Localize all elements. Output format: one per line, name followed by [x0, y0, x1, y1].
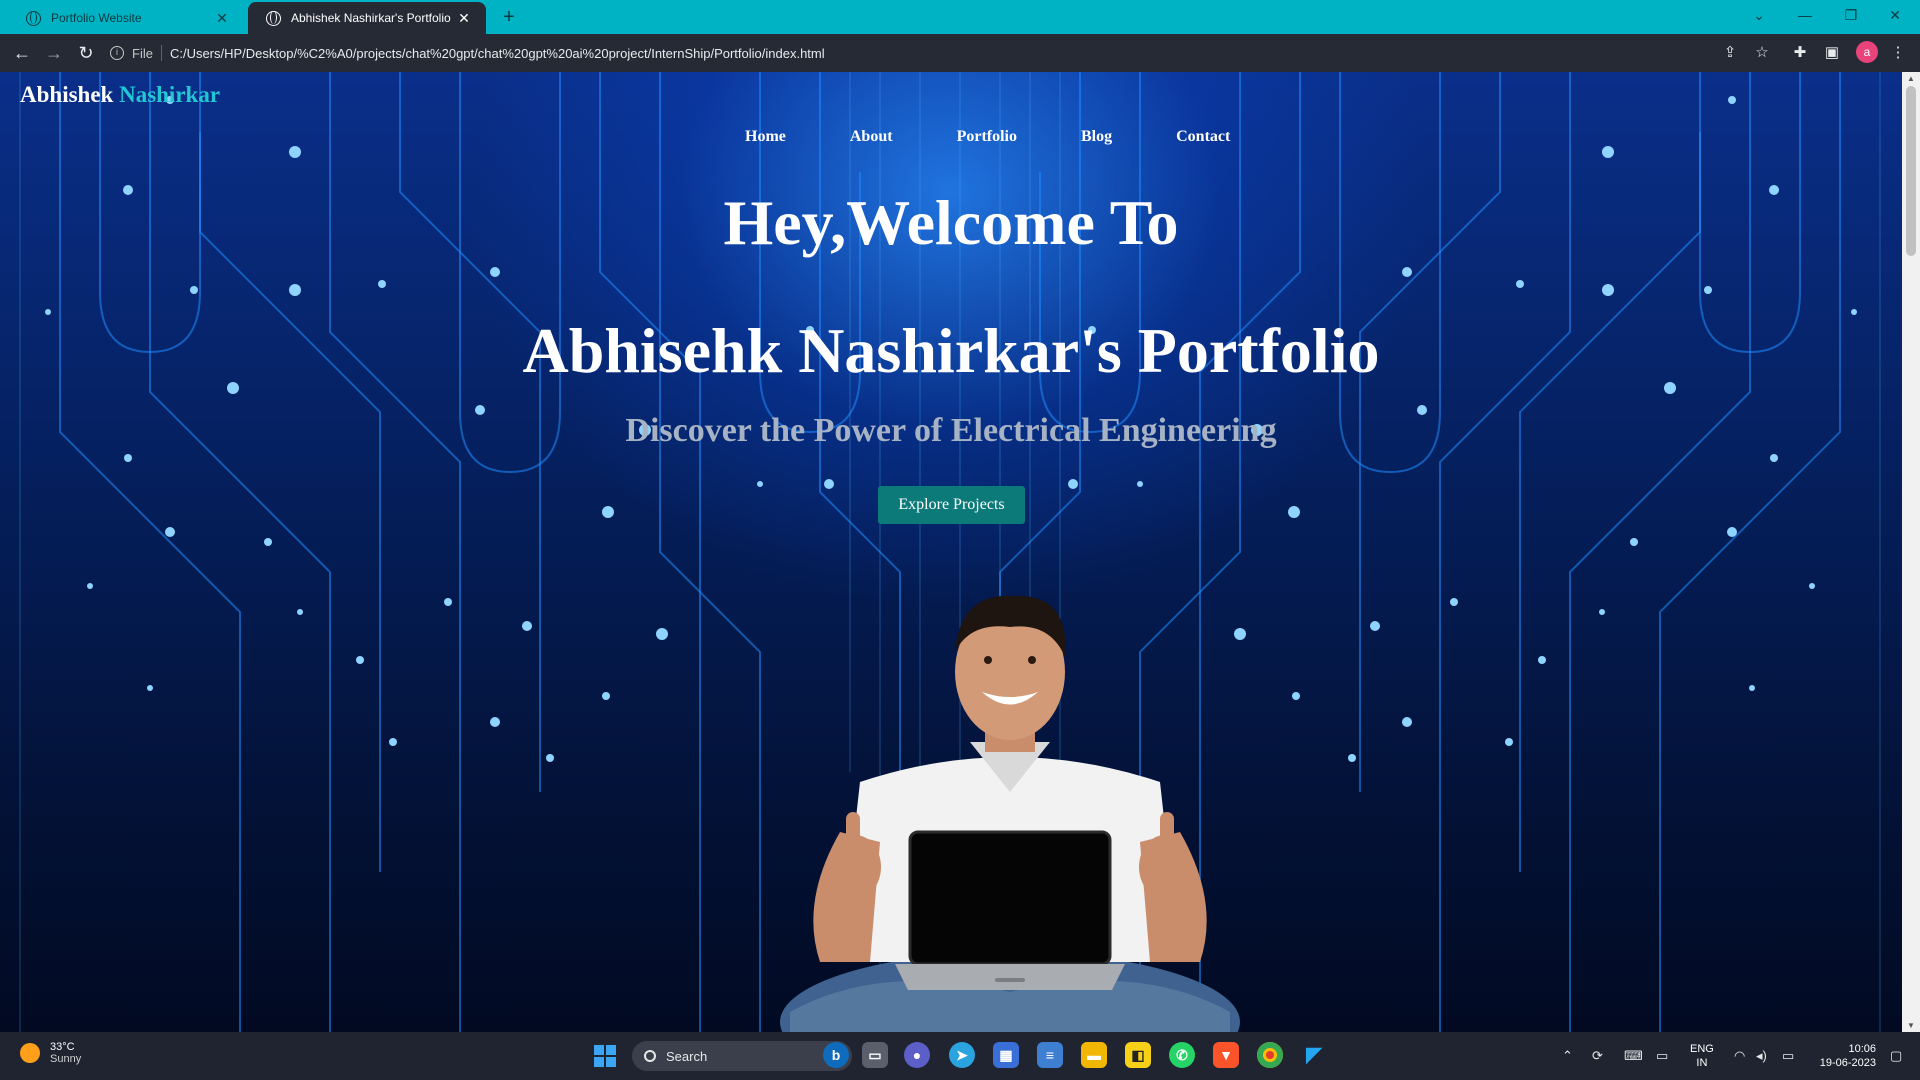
- brave-icon[interactable]: ▼: [1213, 1042, 1239, 1068]
- language-indicator[interactable]: ENG IN: [1690, 1042, 1714, 1070]
- windows-taskbar: 33°C Sunny Search b ▭ ● ➤ ▦ ≡ ▬ ◧ ✆ ▼ ◤ …: [0, 1032, 1920, 1080]
- scheme-label: File: [132, 45, 153, 61]
- chevron-up-icon[interactable]: ⌃: [1562, 1048, 1573, 1064]
- forward-arrow-icon[interactable]: →: [42, 41, 66, 65]
- nav-link-contact[interactable]: Contact: [1176, 128, 1230, 146]
- tab-portfolio-website[interactable]: Portfolio Website ✕: [8, 2, 244, 34]
- clock-time: 10:06: [1848, 1043, 1876, 1055]
- close-tab-icon[interactable]: ✕: [214, 10, 230, 27]
- weather-temperature: 33°C: [50, 1041, 75, 1053]
- hero-heading-line1: Hey,Welcome To: [723, 187, 1179, 258]
- back-arrow-icon[interactable]: ←: [10, 41, 34, 65]
- wifi-icon[interactable]: ◠: [1734, 1048, 1745, 1064]
- browser-tab-strip: Portfolio Website ✕ Abhishek Nashirkar's…: [0, 0, 1920, 34]
- kebab-menu-icon[interactable]: ⋮: [1888, 43, 1908, 63]
- battery-icon[interactable]: ▭: [1782, 1048, 1794, 1064]
- site-logo[interactable]: Abhishek Nashirkar: [20, 82, 220, 108]
- globe-icon: [266, 10, 281, 26]
- notepad-icon[interactable]: ≡: [1037, 1042, 1063, 1068]
- weather-widget[interactable]: 33°C Sunny: [20, 1041, 81, 1065]
- close-window-button[interactable]: ✕: [1872, 0, 1918, 30]
- scrollbar-thumb[interactable]: [1906, 86, 1916, 256]
- search-label: Search: [666, 1048, 708, 1064]
- tab-title: Abhishek Nashirkar's Portfolio: [291, 11, 451, 25]
- sync-icon[interactable]: ⟳: [1592, 1048, 1603, 1064]
- volume-icon[interactable]: ◂): [1756, 1048, 1767, 1064]
- tab-title: Portfolio Website: [51, 11, 142, 25]
- new-tab-button[interactable]: +: [496, 4, 522, 30]
- telegram-icon[interactable]: ➤: [949, 1042, 975, 1068]
- url-text[interactable]: C:/Users/HP/Desktop/%C2%A0/projects/chat…: [170, 46, 825, 61]
- nav-link-blog[interactable]: Blog: [1081, 128, 1112, 146]
- browser-toolbar: ← → ↻ i File C:/Users/HP/Desktop/%C2%A0/…: [0, 34, 1920, 72]
- chrome-icon[interactable]: [1257, 1042, 1283, 1068]
- globe-icon: [26, 10, 41, 26]
- store-icon[interactable]: ▦: [993, 1042, 1019, 1068]
- minimize-button[interactable]: —: [1782, 0, 1828, 30]
- explore-projects-button[interactable]: Explore Projects: [878, 486, 1025, 524]
- sun-icon: [20, 1043, 40, 1063]
- search-icon: [644, 1050, 656, 1062]
- nav-link-home[interactable]: Home: [745, 128, 786, 146]
- nav-link-about[interactable]: About: [850, 128, 893, 146]
- system-clock[interactable]: 10:06 19-06-2023: [1810, 1042, 1876, 1070]
- profile-avatar[interactable]: a: [1856, 41, 1878, 63]
- notifications-icon[interactable]: ▢: [1890, 1048, 1902, 1064]
- task-view-icon[interactable]: ▭: [862, 1042, 888, 1068]
- logo-last-name: Nashirkar: [119, 82, 221, 107]
- region-code: IN: [1696, 1057, 1708, 1069]
- extensions-puzzle-icon[interactable]: ✚: [1790, 43, 1810, 63]
- windows-start-icon[interactable]: [594, 1045, 616, 1067]
- nav-link-portfolio[interactable]: Portfolio: [957, 128, 1017, 146]
- hero-person-image: [780, 595, 1240, 1032]
- bing-icon[interactable]: b: [823, 1042, 849, 1068]
- site-nav: Home About Portfolio Blog Contact: [745, 128, 1294, 146]
- logo-first-name: Abhishek: [20, 82, 114, 107]
- file-explorer-icon[interactable]: ▬: [1081, 1042, 1107, 1068]
- side-panel-icon[interactable]: ▣: [1822, 43, 1842, 63]
- restore-button[interactable]: ❐: [1828, 0, 1874, 30]
- vscode-icon[interactable]: ◤: [1301, 1042, 1327, 1068]
- clock-date: 19-06-2023: [1819, 1057, 1876, 1069]
- share-icon[interactable]: ⇪: [1720, 43, 1740, 63]
- teams-icon[interactable]: ●: [904, 1042, 930, 1068]
- close-tab-icon[interactable]: ✕: [456, 10, 472, 27]
- reload-icon[interactable]: ↻: [74, 41, 98, 65]
- taskbar-search[interactable]: Search: [632, 1041, 852, 1071]
- hero-heading-line2: Abhisehk Nashirkar's Portfolio: [522, 315, 1380, 386]
- weather-description: Sunny: [50, 1053, 82, 1065]
- display-icon[interactable]: ▭: [1656, 1048, 1668, 1064]
- page-scrollbar[interactable]: ▲ ▼: [1902, 72, 1920, 1032]
- bookmark-star-icon[interactable]: ☆: [1752, 43, 1772, 63]
- scroll-down-arrow-icon[interactable]: ▼: [1906, 1021, 1916, 1030]
- tab-search-dropdown-icon[interactable]: ⌄: [1736, 0, 1782, 30]
- site-info-icon[interactable]: i: [110, 46, 124, 60]
- whatsapp-icon[interactable]: ✆: [1169, 1042, 1195, 1068]
- keyboard-icon[interactable]: ⌨: [1624, 1048, 1643, 1064]
- address-bar[interactable]: i File C:/Users/HP/Desktop/%C2%A0/projec…: [110, 38, 1770, 68]
- hero-tagline: Discover the Power of Electrical Enginee…: [625, 412, 1277, 449]
- language-code: ENG: [1690, 1043, 1714, 1055]
- page-viewport: Abhishek Nashirkar Home About Portfolio …: [0, 72, 1902, 1032]
- sticky-notes-icon[interactable]: ◧: [1125, 1042, 1151, 1068]
- scroll-up-arrow-icon[interactable]: ▲: [1906, 74, 1916, 83]
- tab-abhishek-portfolio[interactable]: Abhishek Nashirkar's Portfolio ✕: [248, 2, 486, 34]
- address-separator: [160, 45, 162, 61]
